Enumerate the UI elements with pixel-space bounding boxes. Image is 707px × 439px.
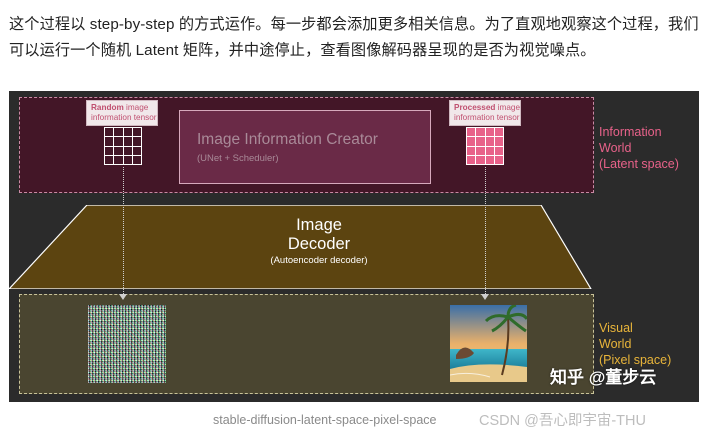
information-world-label: Information World (Latent space) [599, 124, 679, 172]
creator-title: Image Information Creator [197, 131, 378, 148]
visual-label-line1: Visual [599, 321, 633, 335]
random-arrow-line [123, 167, 124, 294]
random-arrowhead-icon [119, 294, 127, 300]
processed-tag-bold: Processed [454, 103, 496, 112]
zhihu-watermark: 知乎 @董步云 [550, 368, 657, 387]
creator-subtitle: (UNet + Scheduler) [197, 153, 279, 164]
processed-arrowhead-icon [481, 294, 489, 300]
processed-tensor-tag: Processed image information tensor [449, 100, 521, 126]
article-paragraph: 这个过程以 step-by-step 的方式运作。每一步都会添加更多相关信息。为… [9, 16, 699, 59]
random-tensor-tag: Random image information tensor [86, 100, 158, 126]
noise-image [88, 305, 166, 383]
processed-arrow-line [485, 167, 486, 294]
random-tag-bold: Random [91, 103, 124, 112]
decoder-title: Image Decoder [199, 216, 439, 254]
csdn-watermark: CSDN @吾心即宇宙-THU [479, 413, 646, 429]
decoder-title-line2: Decoder [287, 235, 351, 253]
beach-image [450, 305, 527, 382]
info-label-line2: World [599, 141, 632, 155]
random-tensor-grid [104, 127, 142, 165]
info-label-line1: Information [599, 125, 662, 139]
figure-caption: stable-diffusion-latent-space-pixel-spac… [213, 413, 437, 427]
image-information-creator-box: Image Information Creator (UNet + Schedu… [179, 110, 431, 184]
random-tag-rest: image [123, 103, 149, 112]
latent-pixel-diagram: Information World (Latent space) Visual … [9, 91, 699, 402]
random-tag-line2: information tensor [91, 113, 157, 122]
visual-world-label: Visual World (Pixel space) [599, 320, 671, 368]
processed-tag-rest: image [495, 103, 520, 112]
decoder-subtitle: (Autoencoder decoder) [270, 255, 368, 266]
visual-label-line2: World [599, 337, 632, 351]
processed-tensor-grid [466, 127, 504, 165]
info-label-line3: (Latent space) [599, 157, 679, 171]
decoder-title-line1: Image [296, 216, 342, 234]
processed-tag-line2: information tensor [454, 113, 520, 122]
